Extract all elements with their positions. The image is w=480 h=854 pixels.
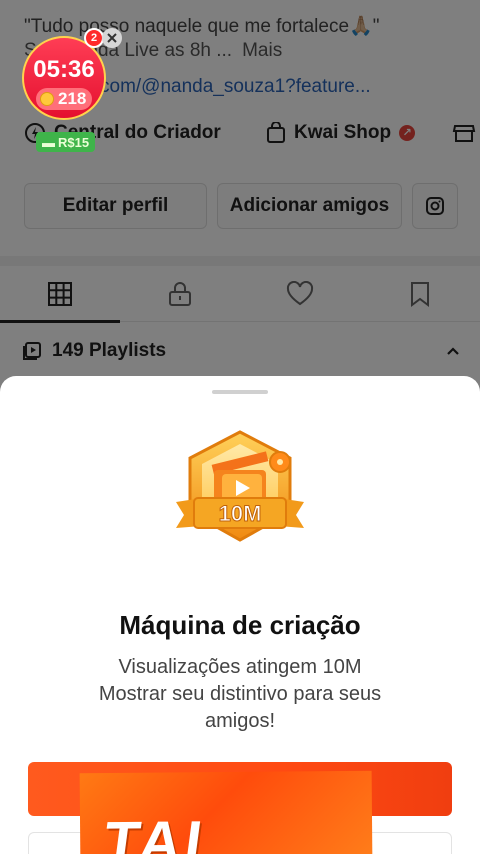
cash-amount: R$15 <box>58 134 90 150</box>
live-timer-widget[interactable]: 2 05:36 218 ▬ R$15 <box>22 28 122 156</box>
close-icon <box>107 33 117 43</box>
coin-icon <box>40 92 54 106</box>
live-timer-text: 05:36 <box>33 56 95 83</box>
cash-icon: ▬ <box>42 134 55 150</box>
achievement-bottom-sheet: 10M Máquina de criação Visualizações ati… <box>0 376 480 854</box>
close-widget-button[interactable] <box>102 28 122 48</box>
notification-count-badge: 2 <box>84 28 104 48</box>
description-line2: Mostrar seu distintivo para seus <box>98 683 382 705</box>
achievement-title: Máquina de criação <box>119 610 361 640</box>
description-line3: amigos! <box>204 710 276 732</box>
promo-text: TAL <box>99 808 229 854</box>
coin-count: 218 <box>58 89 87 108</box>
sheet-drag-handle[interactable] <box>212 390 268 394</box>
cash-reward-badge: ▬ R$15 <box>36 132 96 152</box>
badge-level-text: 10M <box>219 501 262 526</box>
achievement-description: Visualizações atingem 10M Mostrar seu di… <box>40 654 440 735</box>
creation-machine-badge-icon: 10M <box>176 430 304 542</box>
promo-card-overlay[interactable]: TAL <box>79 770 373 854</box>
coin-counter: 218 <box>36 88 93 110</box>
description-line1: Visualizações atingem 10M <box>118 656 362 678</box>
